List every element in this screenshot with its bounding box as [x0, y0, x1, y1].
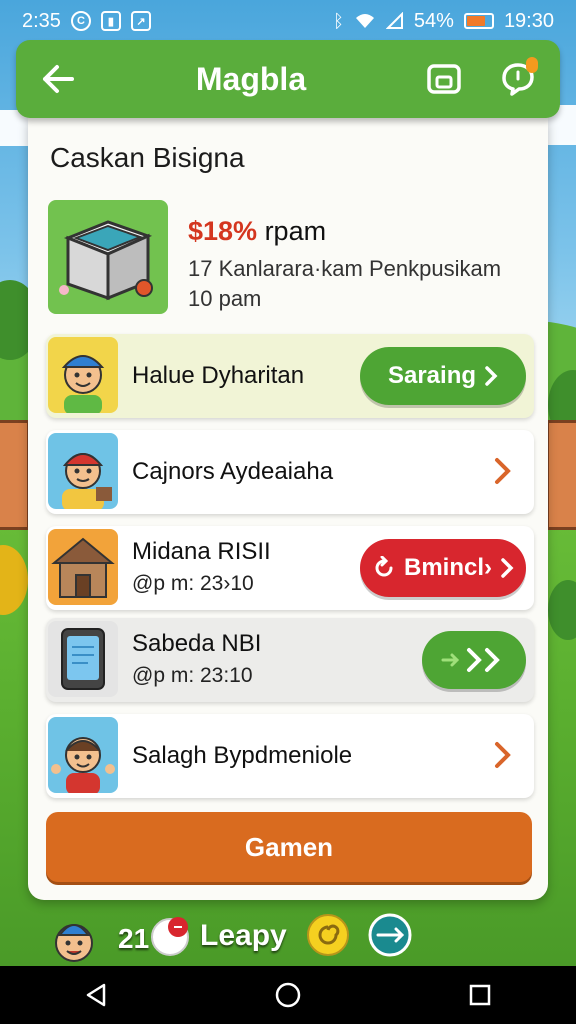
- house-left: [0, 420, 30, 530]
- coin-count: 21: [118, 923, 150, 954]
- wooden-house-icon: [48, 529, 118, 605]
- list-item-title: Salagh Bypdmeniole: [132, 742, 353, 769]
- featured-duration: 10 pam: [188, 286, 262, 311]
- chevron-right-icon[interactable]: [488, 456, 518, 486]
- tablet-device-icon: [48, 621, 118, 697]
- list-item-title: Cajnors Aydeaiaha: [132, 458, 334, 485]
- window-button[interactable]: [422, 57, 466, 101]
- list-item[interactable]: Cajnors Aydeaiaha: [46, 430, 534, 514]
- list-item-time: @p m: 23›10: [132, 572, 254, 595]
- back-arrow-icon: [43, 65, 74, 93]
- list-item-title: Midana RISII: [132, 538, 271, 565]
- wifi-icon: [355, 14, 374, 28]
- signal-icon: [385, 12, 403, 29]
- refresh-icon: [375, 556, 393, 577]
- nav-recents-button[interactable]: [460, 975, 500, 1015]
- featured-item-image[interactable]: [48, 200, 168, 314]
- chevron-right-icon: [501, 558, 514, 578]
- player-avatar-icon[interactable]: [52, 913, 96, 965]
- battery-percent: 54%: [413, 9, 454, 32]
- bmincl-button[interactable]: Bmincl›: [360, 539, 526, 597]
- app-title: Magbla: [195, 60, 307, 97]
- system-navigation-bar: [0, 966, 576, 1024]
- list-item[interactable]: Halue Dyharitan Saraing: [46, 334, 534, 418]
- back-button[interactable]: [36, 57, 80, 101]
- notification-badge: [525, 57, 538, 73]
- saraing-label: Saraing: [387, 362, 477, 389]
- saraing-button[interactable]: Saraing: [360, 347, 526, 405]
- chat-button[interactable]: [496, 57, 540, 101]
- battery-icon: [463, 13, 494, 29]
- list-item-title: Halue Dyharitan: [132, 362, 305, 389]
- price-unit: rpam: [257, 216, 327, 246]
- list-item[interactable]: Midana RISII @p m: 23›10 Bmincl›: [46, 526, 534, 610]
- price-highlight: $18%: [188, 216, 258, 246]
- status-bar: 2:35 C ▮ ↗ ᛒ 54% 19:30: [0, 0, 576, 42]
- circle-home-icon: [275, 982, 301, 1008]
- chevron-right-icon[interactable]: [488, 740, 518, 770]
- girl-red-hat-avatar-icon: [48, 433, 118, 509]
- featured-price: $18% rpam: [188, 216, 326, 247]
- app-bar: Magbla: [16, 40, 560, 118]
- boy-blue-cap-avatar-icon: [48, 337, 118, 413]
- list-item-time: @p m: 23:10: [132, 664, 253, 687]
- nav-back-button[interactable]: [76, 975, 116, 1015]
- triangle-back-icon: [86, 983, 106, 1007]
- game-box-icon: [59, 220, 153, 301]
- forward-button[interactable]: [422, 631, 526, 689]
- status-time-left: 2:35: [22, 9, 61, 32]
- chart-notification-icon: ↗: [130, 11, 151, 31]
- double-chevron-right-icon: [441, 648, 500, 672]
- window-icon: [427, 64, 461, 94]
- featured-description: 17 Kanlarara·kam Penkpusikam: [188, 256, 502, 281]
- bottom-bar: 21 Leapy: [0, 905, 576, 965]
- house-right: [546, 420, 576, 530]
- list-item[interactable]: Salagh Bypdmeniole: [46, 714, 534, 798]
- gamen-button[interactable]: Gamen: [46, 812, 532, 882]
- content-card: Caskan Bisigna $18% rpam 17 Kanlarara·ka…: [28, 118, 548, 900]
- list-item-title: Sabeda NBI: [132, 630, 262, 657]
- book-notification-icon: ▮: [100, 11, 121, 31]
- heart-badge-icon[interactable]: [148, 913, 192, 957]
- square-recents-icon: [469, 984, 491, 1006]
- next-arrow-icon[interactable]: [368, 913, 412, 957]
- bluetooth-icon: ᛒ: [333, 10, 344, 31]
- card-title: Caskan Bisigna: [50, 142, 245, 173]
- spiral-coin-icon[interactable]: [306, 913, 350, 957]
- bottom-label: Leapy: [200, 919, 287, 952]
- nav-home-button[interactable]: [268, 975, 308, 1015]
- chevron-right-icon: [485, 366, 498, 386]
- app-notification-icon: C: [70, 11, 91, 31]
- list-item[interactable]: Sabeda NBI @p m: 23:10: [46, 618, 534, 702]
- status-time-right: 19:30: [503, 9, 554, 32]
- bmincl-label: Bmincl›: [403, 554, 492, 581]
- boy-waving-avatar-icon: [48, 717, 118, 793]
